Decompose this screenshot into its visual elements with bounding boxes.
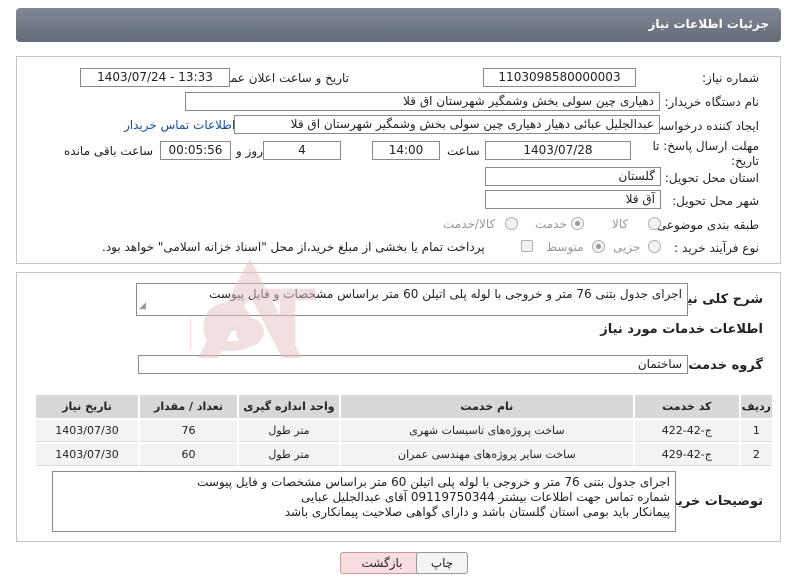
cell-service-code: ج-42-429 — [634, 444, 739, 466]
col-service-name: نام خدمت — [340, 395, 633, 418]
services-section-title: اطلاعات خدمات مورد نیاز — [600, 322, 763, 337]
deadline-date-field: 1403/07/28 — [485, 141, 631, 160]
purchase-type-radio-minor[interactable] — [648, 240, 661, 253]
back-button[interactable]: بازگشت — [340, 552, 424, 574]
remaining-time-label: ساعت باقی مانده — [64, 144, 154, 158]
buyer-contact-link[interactable]: اطلاعات تماس خریدار — [124, 118, 235, 132]
buyer-notes-line-2: شماره تماس جهت اطلاعات بیشتر 09119750344… — [300, 490, 670, 504]
category-radio-goods-service[interactable] — [505, 217, 518, 230]
cell-service-name: ساخت پروژه‌های تاسیسات شهری — [340, 420, 633, 442]
deadline-time-label: ساعت — [447, 144, 480, 158]
treasury-checkbox[interactable] — [521, 240, 533, 252]
service-group-field: ساختمان — [138, 355, 688, 374]
description-textarea[interactable]: اجرای جدول بتنی 76 متر و خروجی با لوله پ… — [136, 283, 688, 316]
col-need-date: تاریخ نیاز — [36, 395, 139, 418]
buyer-notes-textarea[interactable]: اجرای جدول بتنی 76 متر و خروجی با لوله پ… — [52, 471, 676, 532]
table-header-row: ردیف کد خدمت نام خدمت واحد اندازه گیری ت… — [36, 395, 772, 418]
deadline-days-field: 4 — [263, 141, 341, 160]
cell-quantity: 60 — [140, 444, 237, 466]
treasury-note: پرداخت تمام یا بخشی از مبلغ خرید،از محل … — [102, 240, 485, 254]
cell-row-number: 2 — [740, 444, 772, 466]
category-option-service: خدمت — [535, 217, 567, 231]
cell-service-name: ساخت سایر پروژه‌های مهندسی عمران — [340, 444, 633, 466]
purchase-type-radio-medium[interactable] — [592, 240, 605, 253]
category-option-goods-service: کالا/خدمت — [443, 217, 496, 231]
col-quantity: تعداد / مقدار — [140, 395, 237, 418]
purchase-type-option-medium: متوسط — [546, 240, 584, 254]
cell-unit: متر طول — [238, 444, 339, 466]
resize-grip-icon[interactable]: ◢ — [139, 299, 146, 314]
category-option-goods: کالا — [612, 217, 629, 231]
city-label: شهر محل تحویل: — [672, 194, 759, 208]
announce-datetime-field: 1403/07/24 - 13:33 — [80, 68, 230, 87]
table-row: 1 ج-42-422 ساخت پروژه‌های تاسیسات شهری م… — [36, 420, 772, 442]
service-group-label: گروه خدمت: — [683, 358, 763, 373]
cell-quantity: 76 — [140, 420, 237, 442]
remaining-time-field: 00:05:56 — [160, 141, 231, 160]
col-service-code: کد خدمت — [634, 395, 739, 418]
deadline-label: مهلت ارسال پاسخ: تا تاریخ: — [652, 139, 759, 168]
buyer-org-field: دهیاری چین سولی بخش وشمگیر شهرستان اق قل… — [185, 92, 660, 111]
city-field: آق قلا — [485, 190, 661, 209]
requester-label: ایجاد کننده درخواست: — [648, 119, 759, 133]
category-radio-goods[interactable] — [648, 217, 661, 230]
purchase-type-label: نوع فرآیند خرید : — [674, 241, 759, 255]
table-row: 2 ج-42-429 ساخت سایر پروژه‌های مهندسی عم… — [36, 444, 772, 466]
cell-unit: متر طول — [238, 420, 339, 442]
col-unit: واحد اندازه گیری — [238, 395, 339, 418]
cell-need-date: 1403/07/30 — [36, 444, 139, 466]
col-row-number: ردیف — [740, 395, 772, 418]
page-title: جزئیات اطلاعات نیاز — [648, 17, 769, 31]
cell-need-date: 1403/07/30 — [36, 420, 139, 442]
category-label: طبقه بندی موضوعی: — [652, 218, 759, 232]
cell-service-code: ج-42-422 — [634, 420, 739, 442]
services-table: ردیف کد خدمت نام خدمت واحد اندازه گیری ت… — [34, 393, 774, 468]
purchase-type-option-minor: جزیی — [613, 240, 641, 254]
page-header: جزئیات اطلاعات نیاز — [16, 8, 781, 42]
cell-row-number: 1 — [740, 420, 772, 442]
need-number-label: شماره نیاز: — [702, 71, 759, 85]
buyer-org-label: نام دستگاه خریدار: — [664, 95, 760, 109]
buyer-notes-line-1: اجرای جدول بتنی 76 متر و خروجی با لوله پ… — [197, 475, 670, 489]
province-field: گلستان — [485, 167, 661, 186]
print-button[interactable]: چاپ — [416, 552, 468, 574]
description-text: اجرای جدول بتنی 76 متر و خروجی با لوله پ… — [209, 287, 682, 301]
category-radio-service[interactable] — [571, 217, 584, 230]
deadline-time-field: 14:00 — [372, 141, 440, 160]
need-number-field: 1103098580000003 — [483, 68, 636, 87]
buyer-notes-line-3: پیمانکار باید بومی استان گلستان باشد و د… — [284, 505, 670, 519]
deadline-days-label: روز و — [236, 144, 263, 158]
requester-field: عبدالجلیل عبائی دهیار دهیاری چین سولی بخ… — [234, 115, 660, 134]
province-label: استان محل تحویل: — [664, 171, 759, 185]
